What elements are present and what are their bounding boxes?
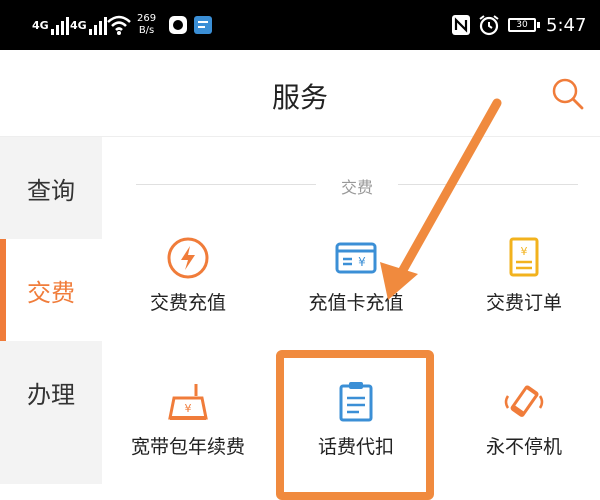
- search-icon: [552, 78, 584, 110]
- network-type-2: 4G: [70, 18, 87, 32]
- sidebar-item-label: 查询: [27, 176, 75, 205]
- nfc-icon: [451, 0, 471, 50]
- tile-pay-recharge[interactable]: 交费充值: [108, 236, 268, 336]
- speed-unit: B/s: [138, 25, 155, 36]
- divider: [398, 184, 578, 185]
- svg-text:¥: ¥: [521, 245, 528, 258]
- speed-value: 269: [137, 13, 157, 24]
- tile-card-recharge[interactable]: ¥ 充值卡充值: [276, 236, 436, 336]
- section-header: 交费: [136, 170, 578, 200]
- lightning-circle-icon: [167, 237, 209, 279]
- clock: 5:47: [546, 14, 587, 36]
- battery-indicator: 30: [508, 0, 540, 50]
- category-sidebar: 查询 交费 办理: [0, 137, 102, 484]
- battery-level: 30: [516, 20, 528, 30]
- alarm-icon: [478, 0, 500, 50]
- section-title: 交费: [340, 178, 373, 197]
- sidebar-item-query[interactable]: 查询: [0, 137, 102, 239]
- recharge-card-icon: ¥: [335, 242, 377, 274]
- annotation-highlight-box: [276, 350, 434, 500]
- signal-bars-icon: [50, 16, 71, 35]
- network-type-1: 4G: [32, 18, 49, 32]
- network-speed: 269 B/s: [137, 0, 156, 50]
- search-button[interactable]: [548, 74, 588, 114]
- svg-text:¥: ¥: [185, 402, 192, 415]
- app-notification-icon: [168, 0, 188, 50]
- tile-never-suspend[interactable]: 永不停机: [444, 380, 600, 480]
- sidebar-item-label: 交费: [27, 278, 75, 307]
- phone-vibrate-icon: [504, 385, 544, 417]
- wifi-icon: [106, 0, 132, 50]
- tile-label: 交费订单: [485, 292, 562, 314]
- signal-sim1: 4G: [32, 0, 71, 50]
- sidebar-item-handle[interactable]: 办理: [0, 341, 102, 443]
- chat-app-icon: [193, 0, 213, 50]
- tile-label: 宽带包年续费: [130, 436, 245, 458]
- sidebar-item-payment[interactable]: 交费: [0, 239, 102, 341]
- battery-icon: 30: [508, 18, 536, 32]
- tile-payment-orders[interactable]: ¥ 交费订单: [444, 236, 600, 336]
- svg-text:¥: ¥: [358, 255, 366, 269]
- order-list-icon: ¥: [509, 237, 539, 277]
- tile-broadband-renewal[interactable]: ¥ 宽带包年续费: [108, 380, 268, 480]
- signal-sim2: 4G: [70, 0, 109, 50]
- page-header: 服务: [0, 50, 600, 137]
- status-bar: 4G 4G 269 B/s 30 5:47: [0, 0, 600, 50]
- router-icon: ¥: [168, 384, 208, 420]
- sidebar-item-label: 办理: [27, 380, 75, 409]
- tile-label: 永不停机: [485, 436, 562, 458]
- tile-label: 充值卡充值: [308, 292, 404, 314]
- page-title: 服务: [271, 81, 328, 114]
- tile-label: 交费充值: [149, 292, 226, 314]
